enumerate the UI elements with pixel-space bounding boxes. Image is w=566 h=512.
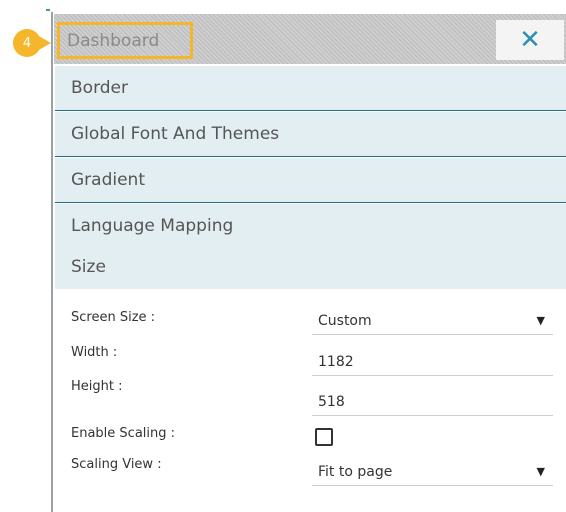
section-language-mapping[interactable]: Language Mapping	[55, 204, 566, 249]
section-global-font-and-themes[interactable]: Global Font And Themes	[55, 112, 566, 157]
section-label: Language Mapping	[71, 216, 234, 236]
scaling-view-select[interactable]: Fit to page ▼	[312, 459, 553, 486]
section-label: Global Font And Themes	[71, 124, 280, 144]
width-input[interactable]: 1182	[312, 349, 553, 376]
dropdown-arrow-icon: ▼	[536, 314, 545, 327]
enable-scaling-checkbox[interactable]	[315, 428, 333, 446]
close-button[interactable]: ✕	[496, 20, 564, 60]
dropdown-arrow-icon: ▼	[536, 465, 545, 478]
section-gradient[interactable]: Gradient	[55, 158, 566, 203]
step-pointer-arrow	[37, 35, 51, 51]
close-icon: ✕	[519, 25, 541, 55]
header-title: Dashboard	[67, 30, 160, 51]
height-input[interactable]: 518	[312, 389, 553, 416]
size-form: Screen Size : Custom ▼ Width : 1182 Heig…	[55, 292, 566, 512]
top-accent-line	[46, 9, 50, 11]
dashboard-title-highlight[interactable]: Dashboard	[57, 22, 193, 59]
screen-size-value: Custom	[318, 313, 372, 329]
section-label: Gradient	[71, 170, 145, 190]
section-label: Size	[71, 256, 106, 277]
width-value: 1182	[318, 354, 354, 370]
section-border[interactable]: Border	[55, 66, 566, 111]
screen-size-label: Screen Size :	[71, 310, 156, 325]
width-label: Width :	[71, 345, 118, 360]
scaling-view-value: Fit to page	[318, 464, 393, 480]
properties-header: Dashboard ✕	[54, 14, 566, 64]
height-label: Height :	[71, 379, 123, 394]
panel-left-border	[51, 12, 53, 512]
height-value: 518	[318, 394, 345, 410]
screen-size-select[interactable]: Custom ▼	[312, 308, 553, 335]
enable-scaling-label: Enable Scaling :	[71, 426, 176, 441]
scaling-view-label: Scaling View :	[71, 457, 162, 472]
section-size[interactable]: Size	[55, 244, 566, 289]
section-label: Border	[71, 78, 128, 98]
